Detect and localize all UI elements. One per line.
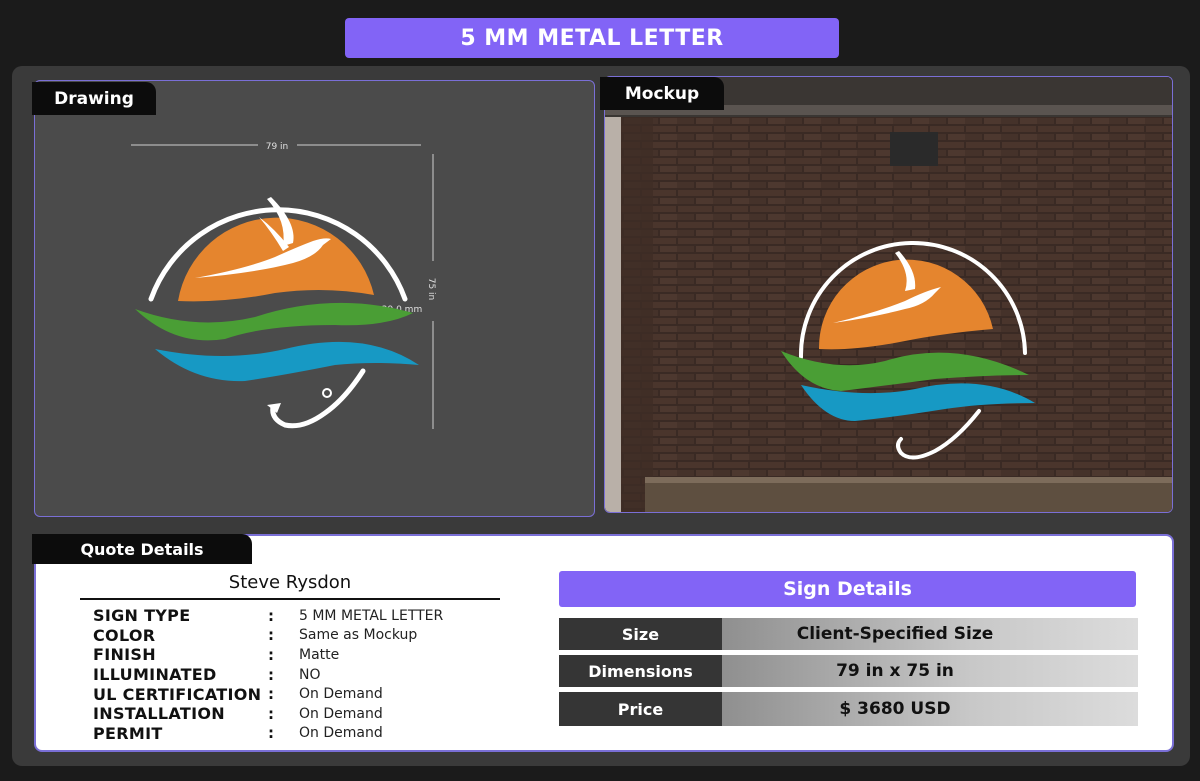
spec-label: COLOR: [93, 625, 156, 645]
spec-row-sign-type: SIGN TYPE : 5 MM METAL LETTER: [93, 606, 513, 626]
client-name: Steve Rysdon: [228, 572, 352, 593]
spec-colon: :: [268, 724, 274, 743]
spec-row-illuminated: ILLUMINATED : NO: [93, 665, 513, 685]
width-dimension-label: 79 in: [266, 142, 289, 152]
tab-drawing: Drawing: [32, 82, 156, 115]
spec-label: FINISH: [93, 645, 156, 665]
spec-row-color: COLOR : Same as Mockup: [93, 626, 513, 646]
spec-value: On Demand: [299, 725, 383, 742]
spec-value: Matte: [299, 646, 340, 663]
blue-wave: [155, 341, 419, 382]
detail-row-price: Price $ 3680 USD: [559, 692, 1138, 726]
detail-key: Size: [559, 618, 722, 650]
spec-row-installation: INSTALLATION : On Demand: [93, 704, 513, 724]
detail-value: Client-Specified Size: [722, 618, 1138, 650]
fish-hook-icon: [270, 368, 366, 429]
logo-drawing: 79 in 75 in 29.0 mm: [131, 142, 436, 429]
spec-row-permit: PERMIT : On Demand: [93, 724, 513, 744]
spec-value: 5 MM METAL LETTER: [299, 607, 444, 624]
spec-row-ul-certification: UL CERTIFICATION : On Demand: [93, 684, 513, 704]
green-wave: [135, 302, 413, 341]
detail-value: 79 in x 75 in: [722, 655, 1138, 687]
spec-label: INSTALLATION: [93, 704, 225, 724]
spec-row-finish: FINISH : Matte: [93, 645, 513, 665]
mockup-panel: [604, 76, 1173, 513]
spec-colon: :: [268, 685, 274, 704]
spec-label: UL CERTIFICATION: [93, 684, 262, 704]
tab-quote-details: Quote Details: [32, 534, 252, 564]
spec-colon: :: [268, 704, 274, 723]
spec-colon: :: [268, 626, 274, 645]
detail-row-size: Size Client-Specified Size: [559, 618, 1138, 650]
spec-label: PERMIT: [93, 723, 163, 743]
spec-value: NO: [299, 666, 321, 683]
spec-colon: :: [268, 665, 274, 684]
sign-details-header: Sign Details: [559, 571, 1136, 607]
client-name-divider: [80, 598, 500, 600]
spec-label: SIGN TYPE: [93, 606, 191, 626]
height-dimension-label: 75 in: [426, 278, 436, 301]
spec-colon: :: [268, 645, 274, 664]
tab-mockup: Mockup: [600, 77, 724, 110]
detail-row-dimensions: Dimensions 79 in x 75 in: [559, 655, 1138, 687]
spec-label: ILLUMINATED: [93, 665, 217, 685]
mockup-image: [605, 77, 1172, 512]
spec-value: On Demand: [299, 686, 383, 703]
drawing-panel: 79 in 75 in 29.0 mm: [34, 80, 595, 517]
detail-key: Dimensions: [559, 655, 722, 687]
price-value: $ 3680 USD: [722, 692, 1138, 726]
detail-key: Price: [559, 692, 722, 726]
page-title: 5 MM METAL LETTER: [345, 18, 839, 58]
spec-colon: :: [268, 606, 274, 625]
spec-list: SIGN TYPE : 5 MM METAL LETTER COLOR : Sa…: [93, 606, 513, 743]
spec-value: On Demand: [299, 705, 383, 722]
spec-value: Same as Mockup: [299, 627, 418, 644]
